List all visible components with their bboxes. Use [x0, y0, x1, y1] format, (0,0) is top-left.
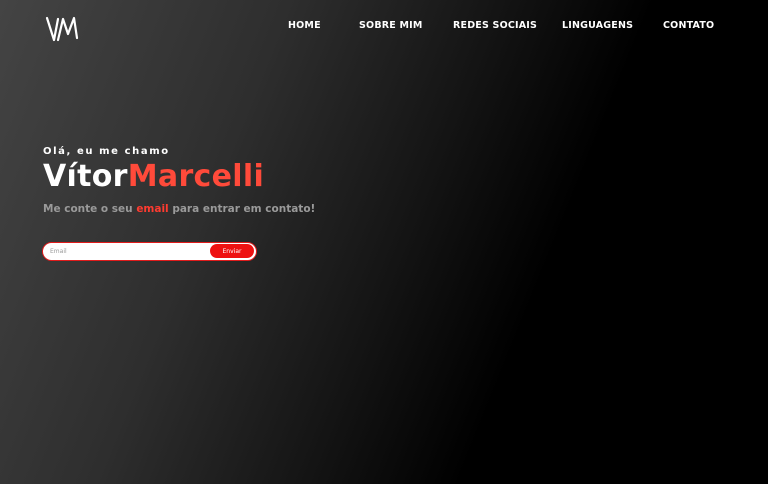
nav-item-linguagens[interactable]: LINGUAGENS: [562, 20, 633, 31]
email-form: Enviar: [42, 242, 257, 261]
contact-prompt: Me conte o seu email para entrar em cont…: [43, 203, 315, 215]
hero-greeting: Olá, eu me chamo: [43, 146, 170, 157]
hero-last-name: Marcelli: [127, 159, 265, 194]
email-input[interactable]: [43, 243, 213, 259]
hero-section: Olá, eu me chamo VítorMarcelli Me conte …: [43, 146, 315, 215]
submit-button[interactable]: Enviar: [210, 244, 254, 258]
nav-item-contato[interactable]: CONTATO: [663, 20, 714, 31]
vm-logo-icon[interactable]: [44, 14, 80, 44]
contact-prompt-prefix: Me conte o seu: [43, 203, 137, 215]
nav-item-home[interactable]: HOME: [288, 20, 321, 31]
hero-first-name: Vítor: [43, 159, 128, 194]
contact-prompt-suffix: para entrar em contato!: [168, 203, 316, 215]
nav-item-redes-sociais[interactable]: REDES SOCIAIS: [453, 20, 537, 31]
contact-prompt-highlight: email: [136, 203, 169, 215]
hero-name: VítorMarcelli: [43, 159, 315, 195]
nav-item-sobre-mim[interactable]: SOBRE MIM: [359, 20, 423, 31]
